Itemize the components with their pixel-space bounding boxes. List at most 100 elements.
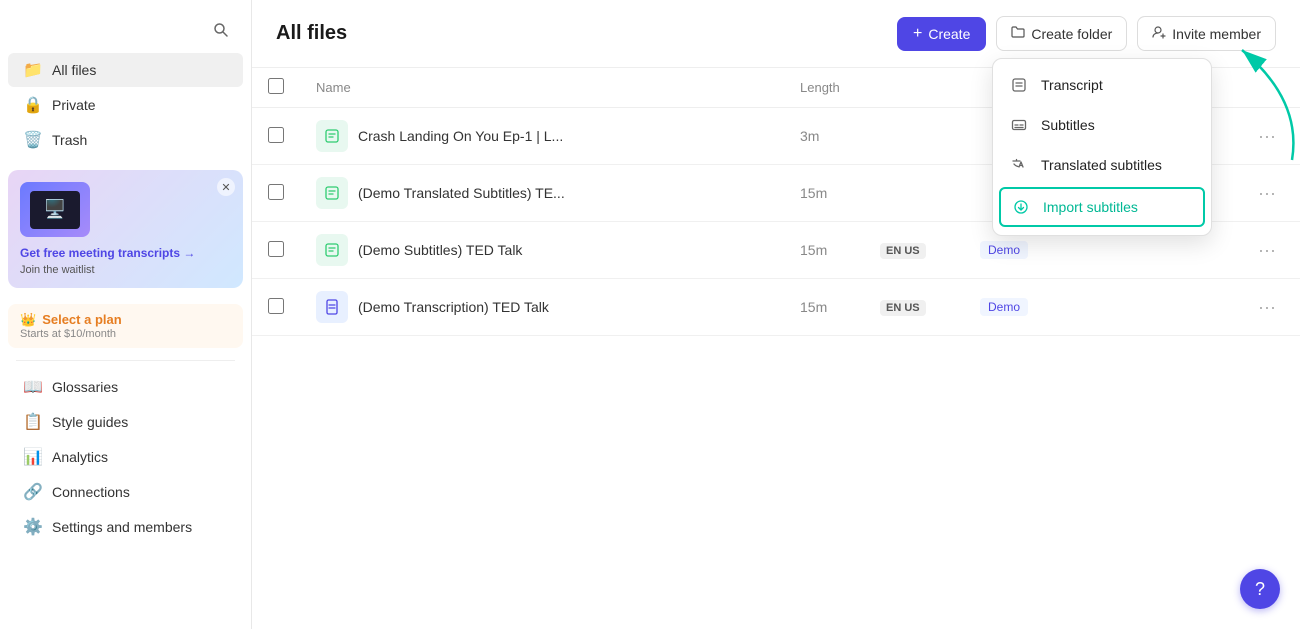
file-language: EN US [864, 222, 964, 279]
main-content: All files + Create Create folder [252, 0, 1300, 629]
file-tag: Demo [964, 279, 1084, 336]
language-badge: EN US [880, 300, 926, 316]
row-checkbox[interactable] [268, 184, 284, 200]
name-column-header: Name [300, 68, 784, 108]
promo-image: 🖥️ [20, 182, 90, 237]
file-actions-cell: ··· [1234, 165, 1300, 222]
promo-close-button[interactable]: ✕ [217, 178, 235, 196]
actions-column-header [1234, 68, 1300, 108]
dropdown-item-label: Subtitles [1041, 117, 1095, 133]
person-plus-icon [1152, 25, 1166, 42]
plan-subtitle: Starts at $10/month [20, 328, 231, 340]
sidebar-item-label: Analytics [52, 449, 108, 465]
file-actions-cell: ··· [1234, 108, 1300, 165]
lock-icon: 🔒 [24, 96, 42, 114]
sidebar-item-settings[interactable]: ⚙️ Settings and members [8, 510, 243, 544]
tag-badge: Demo [980, 298, 1028, 316]
create-dropdown-menu: Transcript Subtitles Translated subtit [992, 58, 1212, 236]
file-length: 3m [784, 108, 864, 165]
select-plan-banner[interactable]: 👑 Select a plan Starts at $10/month [8, 304, 243, 348]
sidebar-item-glossaries[interactable]: 📖 Glossaries [8, 370, 243, 404]
more-options-button[interactable]: ··· [1250, 181, 1284, 206]
file-name-cell[interactable]: (Demo Translated Subtitles) TE... [300, 165, 784, 222]
dropdown-item-transcript[interactable]: Transcript [993, 65, 1211, 105]
help-button[interactable]: ? [1240, 569, 1280, 609]
promo-title[interactable]: Get free meeting transcripts → [20, 245, 231, 262]
dropdown-item-label: Transcript [1041, 77, 1103, 93]
sidebar-item-connections[interactable]: 🔗 Connections [8, 475, 243, 509]
tag-badge: Demo [980, 241, 1028, 259]
import-icon [1011, 197, 1031, 217]
connections-icon: 🔗 [24, 483, 42, 501]
sidebar-item-label: Trash [52, 132, 87, 148]
file-language: EN US [864, 279, 964, 336]
promo-banner: ✕ 🖥️ Get free meeting transcripts → Join… [8, 170, 243, 288]
trash-icon: 🗑️ [24, 131, 42, 149]
sidebar-item-label: Glossaries [52, 379, 118, 395]
file-actions-cell: ··· [1234, 222, 1300, 279]
folder-icon: 📁 [24, 61, 42, 79]
settings-icon: ⚙️ [24, 518, 42, 536]
dropdown-item-label: Translated subtitles [1041, 157, 1162, 173]
glossaries-icon: 📖 [24, 378, 42, 396]
subtitles-icon [1009, 115, 1029, 135]
plus-icon: + [913, 25, 922, 43]
help-icon: ? [1255, 579, 1265, 600]
dropdown-item-label: Import subtitles [1043, 199, 1138, 215]
sidebar-item-style-guides[interactable]: 📋 Style guides [8, 405, 243, 439]
row-checkbox-cell [252, 222, 300, 279]
file-length: 15m [784, 279, 864, 336]
language-badge: EN US [880, 243, 926, 259]
row-checkbox[interactable] [268, 298, 284, 314]
promo-screen: 🖥️ [30, 191, 80, 229]
file-name-cell[interactable]: (Demo Transcription) TED Talk [300, 279, 784, 336]
page-title: All files [276, 22, 347, 45]
sidebar-item-all-files[interactable]: 📁 All files [8, 53, 243, 87]
more-options-button[interactable]: ··· [1250, 124, 1284, 149]
file-language [864, 165, 964, 222]
analytics-icon: 📊 [24, 448, 42, 466]
sidebar-item-label: Settings and members [52, 519, 192, 535]
sidebar-search-area [0, 12, 251, 52]
file-icon [316, 120, 348, 152]
row-checkbox[interactable] [268, 127, 284, 143]
file-icon [316, 177, 348, 209]
row-checkbox-cell [252, 108, 300, 165]
file-name-cell[interactable]: Crash Landing On You Ep-1 | L... [300, 108, 784, 165]
file-icon [316, 291, 348, 323]
file-length: 15m [784, 165, 864, 222]
create-folder-button[interactable]: Create folder [996, 16, 1127, 51]
row-checkbox[interactable] [268, 241, 284, 257]
sidebar-item-label: Connections [52, 484, 130, 500]
file-name-cell[interactable]: (Demo Subtitles) TED Talk [300, 222, 784, 279]
file-icon [316, 234, 348, 266]
file-actions-cell: ··· [1234, 279, 1300, 336]
dropdown-item-import-subtitles[interactable]: Import subtitles [999, 187, 1205, 227]
dropdown-item-subtitles[interactable]: Subtitles [993, 105, 1211, 145]
sidebar-item-label: All files [52, 62, 96, 78]
search-icon[interactable] [207, 16, 235, 44]
sidebar: 📁 All files 🔒 Private 🗑️ Trash ✕ 🖥️ Get … [0, 0, 252, 629]
dropdown-item-translated-subtitles[interactable]: Translated subtitles [993, 145, 1211, 185]
sidebar-item-analytics[interactable]: 📊 Analytics [8, 440, 243, 474]
create-button[interactable]: + Create [897, 17, 986, 51]
table-row: (Demo Transcription) TED Talk 15m EN US De… [252, 279, 1300, 336]
lang-column-header [864, 68, 964, 108]
sidebar-item-trash[interactable]: 🗑️ Trash [8, 123, 243, 157]
promo-subtitle: Join the waitlist [20, 264, 231, 276]
file-created-date [1084, 279, 1234, 336]
more-options-button[interactable]: ··· [1250, 238, 1284, 263]
select-all-column [252, 68, 300, 108]
sidebar-nav: 📁 All files 🔒 Private 🗑️ Trash [0, 52, 251, 158]
more-options-button[interactable]: ··· [1250, 295, 1284, 320]
transcript-icon [1009, 75, 1029, 95]
row-checkbox-cell [252, 279, 300, 336]
invite-member-button[interactable]: Invite member [1137, 16, 1276, 51]
sidebar-item-private[interactable]: 🔒 Private [8, 88, 243, 122]
row-checkbox-cell [252, 165, 300, 222]
style-guides-icon: 📋 [24, 413, 42, 431]
crown-icon: 👑 [20, 312, 36, 328]
select-all-checkbox[interactable] [268, 78, 284, 94]
length-column-header: Length [784, 68, 864, 108]
plan-title: 👑 Select a plan [20, 312, 231, 328]
